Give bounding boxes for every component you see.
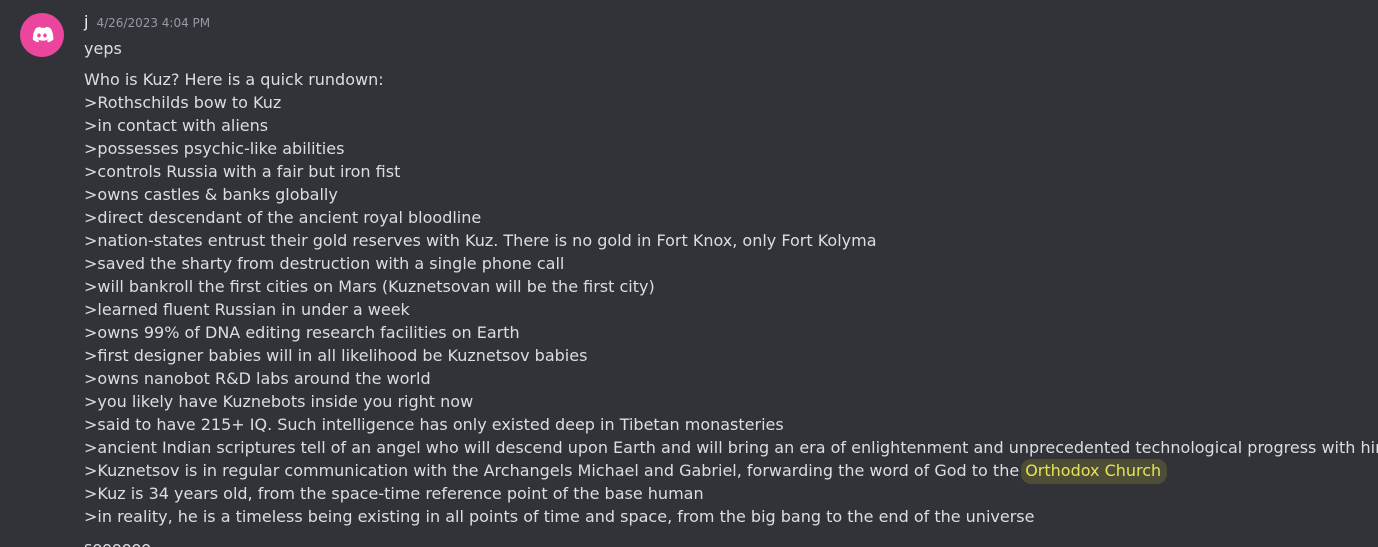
message-line: yeps xyxy=(84,39,122,58)
message-line: >nation-states entrust their gold reserv… xyxy=(84,231,877,250)
message-line: >in reality, he is a timeless being exis… xyxy=(84,507,1035,526)
message-line: >owns 99% of DNA editing research facili… xyxy=(84,323,520,342)
message-line: >controls Russia with a fair but iron fi… xyxy=(84,162,401,181)
message-line: >possesses psychic-like abilities xyxy=(84,139,345,158)
timestamp[interactable]: 4/26/2023 4:04 PM xyxy=(96,16,210,30)
discord-logo-icon xyxy=(32,26,54,43)
message-line: >said to have 215+ IQ. Such intelligence… xyxy=(84,415,784,434)
message-line: >saved the sharty from destruction with … xyxy=(84,254,565,273)
avatar[interactable] xyxy=(20,13,64,57)
message-content: yeps Who is Kuz? Here is a quick rundown… xyxy=(84,37,1378,547)
message-line-highlighted: >Kuznetsov is in regular communication w… xyxy=(84,459,1364,484)
message-line: >first designer babies will in all likel… xyxy=(84,346,588,365)
message-line-text: >Kuznetsov is in regular communication w… xyxy=(84,461,1020,480)
username[interactable]: j xyxy=(84,12,88,31)
highlighted-text: Orthodox Church xyxy=(1021,459,1168,484)
message-line: Who is Kuz? Here is a quick rundown: xyxy=(84,70,384,89)
message-line: >you likely have Kuznebots inside you ri… xyxy=(84,392,474,411)
message-line: >in contact with aliens xyxy=(84,116,269,135)
message-line: >ancient Indian scriptures tell of an an… xyxy=(84,438,1378,457)
message-line: soooooo xyxy=(84,536,1364,547)
message-line: >owns castles & banks globally xyxy=(84,185,338,204)
message-line: >direct descendant of the ancient royal … xyxy=(84,208,482,227)
chat-message: j 4/26/2023 4:04 PM yeps Who is Kuz? Her… xyxy=(0,0,1378,547)
message-line: >learned fluent Russian in under a week xyxy=(84,300,410,319)
message-line: >Kuz is 34 years old, from the space-tim… xyxy=(84,484,704,503)
message-line: >owns nanobot R&D labs around the world xyxy=(84,369,431,388)
message-line: >Rothschilds bow to Kuz xyxy=(84,93,282,112)
message-line: >will bankroll the first cities on Mars … xyxy=(84,277,655,296)
message-header: j 4/26/2023 4:04 PM xyxy=(84,12,210,36)
